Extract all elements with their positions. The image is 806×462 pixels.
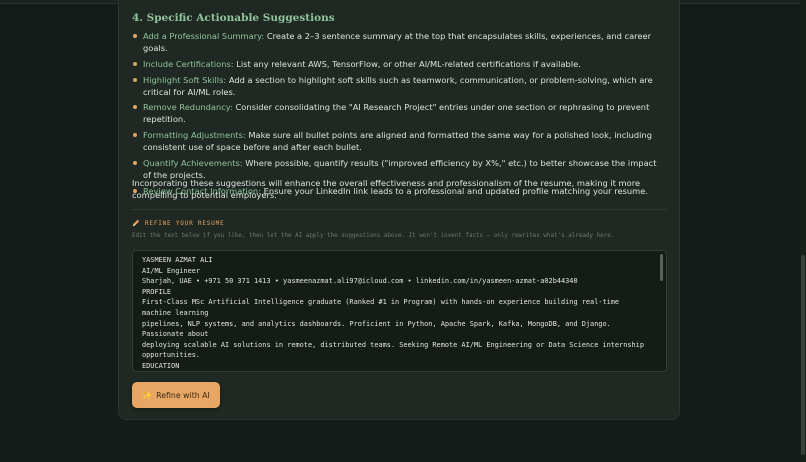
results-card: 4. Specific Actionable Suggestions Add a…	[118, 0, 680, 420]
resume-line: Sharjah, UAE • +971 50 371 1413 • yasmee…	[142, 277, 578, 286]
refine-hint: Edit the text below if you like, then le…	[132, 233, 615, 239]
suggestions-list: Add a Professional Summary: Create a 2–3…	[132, 30, 667, 201]
sparkle-icon: ✨	[142, 390, 153, 400]
list-item: Highlight Soft Skills: Add a section to …	[132, 74, 667, 98]
suggestion-title: Include Certifications:	[143, 58, 234, 69]
suggestion-title: Quantify Achievements:	[143, 157, 243, 168]
suggestion-title: Add a Professional Summary:	[143, 31, 265, 41]
resume-line: pipelines, NLP systems, and analytics da…	[142, 319, 611, 328]
resume-line: deploying scalable AI solutions in remot…	[142, 340, 644, 349]
refine-section-label: REFINE YOUR RESUME	[132, 219, 224, 227]
refine-label-text: REFINE YOUR RESUME	[145, 219, 225, 227]
resume-line: opportunities.	[142, 351, 201, 360]
resume-line: Passionate about	[142, 330, 209, 339]
page-scrollbar-thumb[interactable]	[801, 255, 805, 455]
resume-textarea[interactable]: YASMEEN AZMAT ALI AI/ML Engineer Sharjah…	[132, 250, 667, 372]
suggestion-text: List any relevant AWS, TensorFlow, or ot…	[233, 58, 581, 69]
summary-paragraph: Incorporating these suggestions will enh…	[132, 178, 641, 200]
resume-line: PROFILE	[142, 287, 172, 296]
resume-line: EDUCATION	[142, 361, 180, 370]
refine-button-label: Refine with AI	[156, 390, 210, 400]
list-item: Include Certifications: List any relevan…	[132, 58, 667, 70]
list-item: Formatting Adjustments: Make sure all bu…	[132, 129, 667, 153]
page-scrollbar[interactable]	[800, 0, 806, 462]
divider	[132, 209, 667, 210]
suggestion-title: Highlight Soft Skills:	[143, 74, 227, 85]
suggestion-title: Remove Redundancy:	[143, 102, 233, 113]
section-heading: 4. Specific Actionable Suggestions	[132, 12, 335, 24]
resume-line: First-Class MSc Artificial Intelligence …	[142, 298, 620, 307]
suggestion-title: Formatting Adjustments:	[143, 130, 246, 141]
list-item: Remove Redundancy: Consider consolidatin…	[132, 101, 667, 125]
pencil-icon	[132, 219, 140, 227]
refine-with-ai-button[interactable]: ✨ Refine with AI	[132, 382, 220, 408]
resume-line: AI/ML Engineer	[142, 266, 201, 275]
resume-line: YASMEEN AZMAT ALI	[142, 256, 213, 264]
textarea-scrollbar-thumb[interactable]	[660, 254, 663, 281]
resume-line: machine learning	[142, 308, 209, 317]
list-item: Add a Professional Summary: Create a 2–3…	[132, 30, 667, 54]
